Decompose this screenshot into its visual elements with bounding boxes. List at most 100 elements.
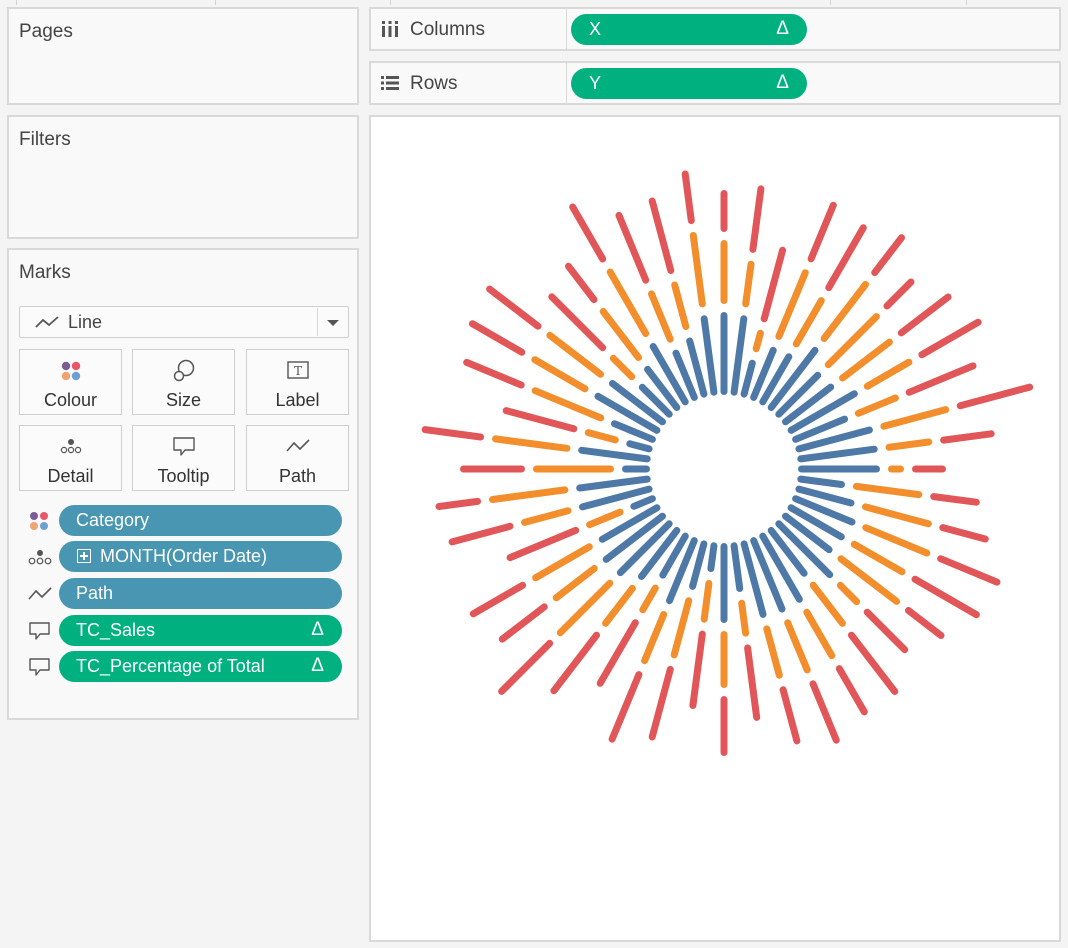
- spoke-segment-2-month-43[interactable]: [609, 354, 636, 381]
- pages-shelf[interactable]: Pages: [7, 7, 359, 105]
- spoke-segment-2-month-22[interactable]: [784, 619, 811, 674]
- spoke-segment-3-month-3[interactable]: [760, 246, 787, 323]
- detail-button[interactable]: Detail: [19, 425, 122, 491]
- spoke-segment-2-month-17[interactable]: [850, 540, 906, 576]
- spoke-segment-2-month-10[interactable]: [854, 394, 899, 417]
- spoke-segment-3-month-18[interactable]: [905, 607, 945, 639]
- spoke-segment-2-month-26[interactable]: [700, 580, 713, 623]
- spoke-segment-3-month-38[interactable]: [421, 426, 485, 441]
- spoke-segment-3-month-7[interactable]: [883, 278, 915, 310]
- spoke-segment-3-month-14[interactable]: [930, 493, 980, 506]
- spoke-segment-3-month-33[interactable]: [469, 581, 527, 618]
- spoke-segment-3-month-15[interactable]: [939, 524, 989, 543]
- radial-bar-chart[interactable]: [371, 117, 1059, 940]
- x-pill[interactable]: X Δ: [571, 14, 807, 45]
- spoke-segment-3-month-42[interactable]: [486, 285, 542, 330]
- spoke-segment-3-month-30[interactable]: [550, 631, 600, 695]
- spoke-segment-3-month-17[interactable]: [911, 575, 980, 619]
- spoke-segment-2-month-30[interactable]: [602, 584, 636, 627]
- spoke-segment-2-month-15[interactable]: [862, 503, 932, 528]
- spoke-segment-2-month-47[interactable]: [671, 281, 690, 330]
- spoke-segment-3-month-46[interactable]: [615, 211, 650, 284]
- spoke-segment-3-month-2[interactable]: [749, 185, 765, 253]
- spoke-segment-2-month-35[interactable]: [521, 507, 572, 526]
- rows-shelf[interactable]: Rows Y Δ: [369, 61, 1061, 105]
- spoke-segment-2-month-28[interactable]: [641, 611, 668, 665]
- spoke-segment-3-month-47[interactable]: [648, 197, 675, 274]
- chevron-down-icon[interactable]: [327, 320, 339, 326]
- spoke-segment-2-month-41[interactable]: [531, 356, 589, 393]
- spoke-segment-2-month-4[interactable]: [775, 269, 809, 340]
- spoke-segment-1-month-2[interactable]: [730, 315, 748, 396]
- spoke-segment-2-month-21[interactable]: [803, 608, 836, 660]
- spoke-segment-3-month-26[interactable]: [689, 630, 706, 709]
- spoke-segment-1-month-36[interactable]: [576, 475, 651, 492]
- spoke-segment-2-month-40[interactable]: [531, 387, 605, 422]
- month-order-date-pill[interactable]: MONTH(Order Date): [59, 541, 342, 572]
- spoke-segment-3-month-40[interactable]: [463, 358, 525, 389]
- spoke-segment-2-month-36[interactable]: [489, 486, 569, 503]
- spoke-segment-3-month-29[interactable]: [596, 619, 639, 687]
- spoke-segment-3-month-10[interactable]: [905, 362, 977, 396]
- spoke-segment-1-month-14[interactable]: [797, 475, 845, 488]
- spoke-segment-2-month-48[interactable]: [689, 232, 706, 308]
- spoke-segment-1-month-48[interactable]: [700, 315, 718, 396]
- expand-plus-icon[interactable]: [77, 549, 91, 563]
- spoke-segment-2-month-5[interactable]: [792, 297, 825, 348]
- path-pill[interactable]: Path: [59, 578, 342, 609]
- spoke-segment-2-month-9[interactable]: [863, 358, 913, 390]
- size-button[interactable]: Size: [132, 349, 235, 415]
- spoke-segment-3-month-22[interactable]: [809, 680, 840, 744]
- spoke-segment-2-month-39[interactable]: [584, 429, 619, 444]
- spoke-segment-2-month-33[interactable]: [532, 543, 593, 582]
- spoke-segment-3-month-24[interactable]: [744, 644, 761, 721]
- spoke-segment-3-month-32[interactable]: [498, 603, 548, 643]
- spoke-segment-1-month-34[interactable]: [630, 495, 656, 510]
- spoke-segment-3-month-39[interactable]: [502, 407, 578, 433]
- spoke-segment-2-month-27[interactable]: [670, 597, 693, 659]
- spoke-segment-2-month-11[interactable]: [880, 406, 950, 430]
- spoke-segment-3-month-20[interactable]: [848, 631, 899, 695]
- spoke-segment-2-month-24[interactable]: [738, 599, 750, 637]
- spoke-segment-1-month-27[interactable]: [689, 540, 708, 590]
- spoke-segment-2-month-3[interactable]: [752, 329, 764, 353]
- spoke-segment-2-month-20[interactable]: [809, 581, 846, 627]
- spoke-segment-3-month-19[interactable]: [863, 608, 909, 654]
- spoke-segment-2-month-29[interactable]: [639, 584, 659, 614]
- spoke-segment-1-month-28[interactable]: [666, 537, 698, 605]
- viz-canvas[interactable]: [369, 115, 1061, 942]
- mark-type-dropdown[interactable]: Line: [19, 306, 349, 338]
- category-pill[interactable]: Category: [59, 505, 342, 536]
- spoke-segment-1-month-3[interactable]: [740, 359, 756, 398]
- spoke-segment-2-month-2[interactable]: [742, 260, 755, 308]
- spoke-segment-1-month-24[interactable]: [730, 542, 744, 592]
- label-button[interactable]: T Label: [246, 349, 349, 415]
- spoke-segment-3-month-23[interactable]: [779, 686, 801, 745]
- tc-sales-pill[interactable]: TC_Sales Δ: [59, 615, 342, 646]
- spoke-segment-2-month-19[interactable]: [836, 581, 861, 606]
- spoke-segment-3-month-44[interactable]: [565, 262, 598, 304]
- path-button[interactable]: Path: [246, 425, 349, 491]
- spoke-segment-3-month-35[interactable]: [448, 522, 514, 546]
- spoke-segment-3-month-27[interactable]: [648, 665, 674, 741]
- spoke-segment-2-month-16[interactable]: [862, 524, 931, 557]
- spoke-segment-3-month-21[interactable]: [835, 665, 868, 716]
- spoke-segment-3-month-11[interactable]: [956, 383, 1034, 410]
- spoke-segment-2-month-38[interactable]: [492, 435, 571, 452]
- spoke-segment-1-month-12[interactable]: [797, 445, 878, 463]
- spoke-segment-3-month-16[interactable]: [937, 555, 1001, 586]
- spoke-segment-3-month-36[interactable]: [435, 497, 482, 510]
- spoke-segment-3-month-31[interactable]: [498, 639, 554, 695]
- filters-shelf[interactable]: Filters: [7, 115, 359, 239]
- y-pill[interactable]: Y Δ: [571, 68, 807, 99]
- spoke-segment-3-month-48[interactable]: [681, 170, 695, 225]
- spoke-segment-2-month-34[interactable]: [586, 508, 624, 529]
- spoke-segment-2-month-12[interactable]: [885, 438, 933, 451]
- spoke-segment-2-month-32[interactable]: [552, 565, 598, 602]
- spoke-segment-2-month-23[interactable]: [763, 625, 783, 679]
- columns-shelf[interactable]: Columns X Δ: [369, 7, 1061, 51]
- spoke-segment-3-month-12[interactable]: [940, 430, 995, 444]
- spoke-segment-2-month-46[interactable]: [648, 290, 674, 343]
- tc-percentage-pill[interactable]: TC_Percentage of Total Δ: [59, 651, 342, 682]
- spoke-segment-1-month-26[interactable]: [707, 542, 718, 573]
